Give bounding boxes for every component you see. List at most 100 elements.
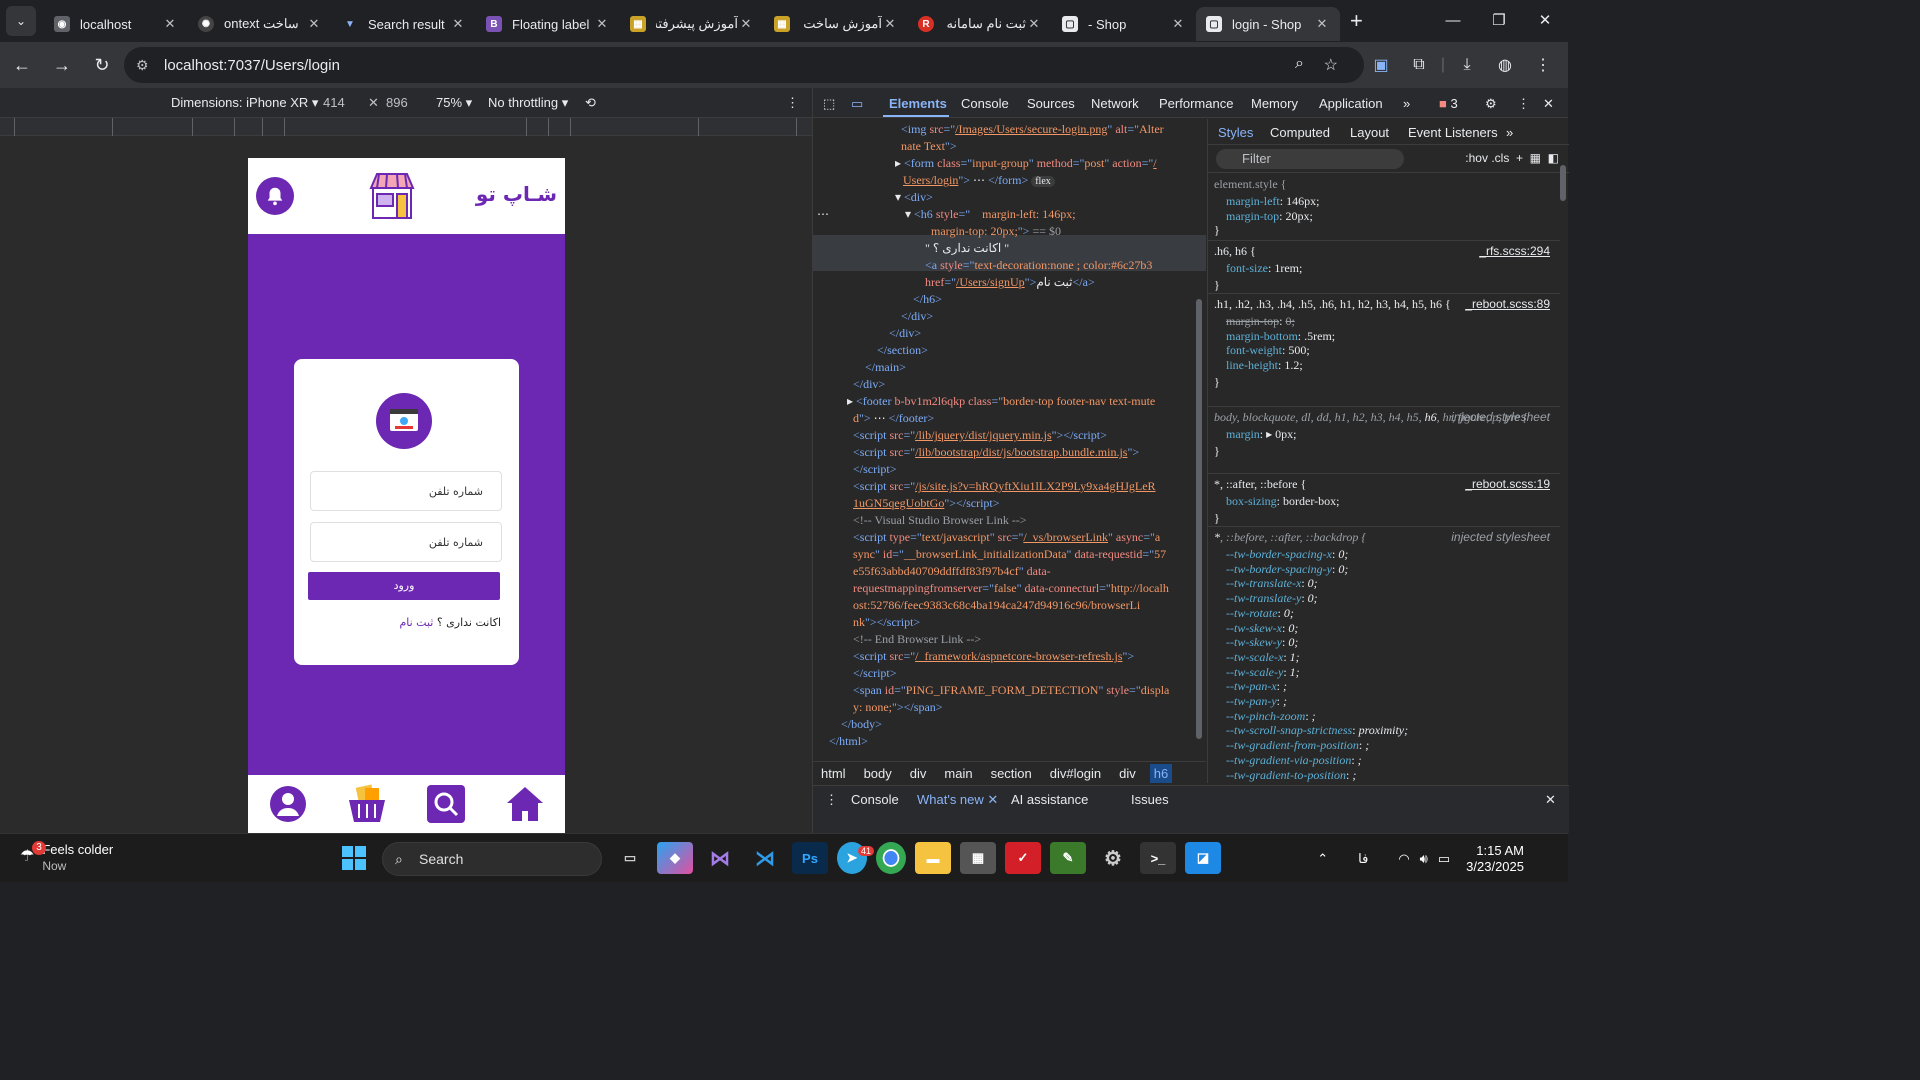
terminal-icon[interactable]: >_ (1140, 842, 1176, 874)
login-button[interactable]: ورود (308, 572, 500, 600)
bookmark-star-icon[interactable]: ☆ (1324, 55, 1338, 75)
task-view-icon[interactable]: ▭ (612, 842, 648, 874)
signup-link[interactable]: ثبت نام (399, 616, 433, 629)
breadcrumb-item[interactable]: section (987, 764, 1036, 783)
breadcrumb-item[interactable]: div (906, 764, 931, 783)
battery-icon[interactable]: ▭ (1438, 851, 1450, 867)
windows-start-icon[interactable] (342, 846, 366, 870)
browser-tab[interactable]: ▦ آموزش ساخت ✕ (764, 7, 908, 41)
browser-tab[interactable]: ✺ ontext ساخت ✕ (188, 7, 332, 41)
address-bar[interactable]: ⚙ localhost:7037/Users/login ⌕ ☆ (124, 47, 1364, 83)
menu-icon[interactable]: ⋮ (1524, 55, 1562, 75)
swap-icon[interactable]: ✕ (368, 95, 379, 111)
browser-tab-active[interactable]: ▢ login - Shop ✕ (1196, 7, 1340, 41)
tab-memory[interactable]: Memory (1251, 96, 1298, 111)
copilot-icon[interactable]: ◆ (657, 842, 693, 874)
tab-application[interactable]: Application (1319, 96, 1383, 111)
drawer-menu-icon[interactable]: ⋮ (825, 792, 838, 808)
tab-search-dropdown[interactable]: ⌄ (6, 6, 36, 36)
settings-icon[interactable]: ⚙ (1095, 842, 1131, 874)
close-window-icon[interactable]: ✕ (1522, 0, 1568, 40)
user-icon[interactable] (268, 784, 308, 824)
devtools-menu-icon[interactable]: ⋮ (1517, 96, 1530, 112)
inspect-icon[interactable]: ⬚ (823, 96, 835, 112)
more-options-icon[interactable]: ⋮ (786, 95, 799, 111)
search-icon[interactable] (426, 784, 466, 824)
site-brand[interactable]: شـاپ تو (476, 182, 557, 206)
dimensions-select[interactable]: Dimensions: iPhone XR ▾ (171, 95, 318, 111)
breadcrumb-item[interactable]: main (940, 764, 976, 783)
more-tabs-icon[interactable]: » (1403, 96, 1410, 111)
wifi-icon[interactable]: ◠ (1398, 851, 1409, 867)
close-tab-icon[interactable]: ✕ (306, 16, 322, 32)
app-paint-icon[interactable]: ✎ (1050, 842, 1086, 874)
chrome-icon[interactable] (876, 842, 906, 874)
visual-studio-icon[interactable]: ⋈ (702, 842, 738, 874)
notification-bell-icon[interactable] (256, 177, 294, 215)
phone-input[interactable]: شماره تلفن (310, 471, 502, 511)
file-explorer-icon[interactable]: ▬ (915, 842, 951, 874)
tab-network[interactable]: Network (1091, 96, 1139, 111)
translate-icon[interactable]: ▣ (1362, 55, 1400, 75)
browser-tab[interactable]: R ثبت نام سامانه ✕ (908, 7, 1052, 41)
throttling-select[interactable]: No throttling ▾ (488, 95, 568, 111)
zoom-icon[interactable]: ⌕ (1295, 55, 1304, 73)
breadcrumb-item[interactable]: div (1115, 764, 1140, 783)
more-tabs-icon[interactable]: » (1506, 125, 1513, 140)
breadcrumb-item[interactable]: div#login (1046, 764, 1105, 783)
drawer-tab-ai-assistance[interactable]: AI assistance (1011, 792, 1088, 807)
tab-console[interactable]: Console (961, 96, 1009, 111)
minimize-icon[interactable]: — (1430, 0, 1476, 40)
styles-filter-input[interactable]: Filter (1216, 149, 1404, 169)
zoom-select[interactable]: 75% ▾ (436, 95, 472, 111)
extensions-icon[interactable]: ⧉ (1400, 56, 1438, 74)
device-toggle-icon[interactable]: ▭ (851, 96, 863, 112)
breadcrumb-item-current[interactable]: h6 (1149, 764, 1173, 783)
drawer-tab-whats-new[interactable]: What's new ✕ (917, 792, 998, 808)
filter-options[interactable]: :hov .cls + ▦ ◧ (1465, 151, 1559, 165)
drawer-tab-issues[interactable]: Issues (1131, 792, 1169, 807)
restore-icon[interactable]: ❐ (1476, 0, 1522, 40)
tab-performance[interactable]: Performance (1159, 96, 1233, 111)
close-tab-icon[interactable]: ✕ (1026, 16, 1042, 32)
show-hidden-icons[interactable]: ⌃ (1317, 851, 1328, 867)
reload-icon[interactable]: ↻ (84, 47, 120, 83)
close-drawer-icon[interactable]: ✕ (1545, 792, 1556, 808)
close-tab-icon[interactable]: ✕ (882, 16, 898, 32)
app-red-icon[interactable]: ✓ (1005, 842, 1041, 874)
shopping-basket-icon[interactable] (347, 784, 387, 824)
clock[interactable]: 1:15 AM 3/23/2025 (1466, 843, 1524, 875)
calculator-icon[interactable]: ▦ (960, 842, 996, 874)
new-tab-button[interactable]: + (1350, 8, 1363, 34)
drawer-tab-console[interactable]: Console (851, 792, 899, 807)
language-indicator[interactable]: فا (1358, 851, 1368, 867)
close-tab-icon[interactable]: ✕ (738, 16, 754, 32)
browser-tab[interactable]: B Floating label ✕ (476, 7, 620, 41)
tab-styles[interactable]: Styles (1218, 125, 1253, 140)
height-input[interactable]: 896 (386, 95, 408, 110)
tab-layout[interactable]: Layout (1350, 125, 1389, 140)
app-blue-icon[interactable]: ◪ (1185, 842, 1221, 874)
tab-elements[interactable]: Elements (889, 96, 947, 111)
close-tab-icon[interactable]: ✕ (162, 16, 178, 32)
forward-icon[interactable]: → (44, 47, 80, 83)
download-icon[interactable]: ⤓ (1448, 56, 1486, 74)
back-icon[interactable]: ← (4, 47, 40, 83)
close-tab-icon[interactable]: ✕ (450, 16, 466, 32)
phone-input[interactable]: شماره تلفن (310, 522, 502, 562)
browser-tab[interactable]: ▦ آموزش پیشرفته ✕ (620, 7, 764, 41)
tab-sources[interactable]: Sources (1027, 96, 1075, 111)
close-tab-icon[interactable]: ✕ (594, 16, 610, 32)
settings-gear-icon[interactable]: ⚙ (1485, 96, 1497, 112)
browser-tab[interactable]: ▼ Search result ✕ (332, 7, 476, 41)
browser-tab[interactable]: ▢ - Shop ✕ (1052, 7, 1196, 41)
tab-event-listeners[interactable]: Event Listeners (1408, 125, 1498, 140)
close-tab-icon[interactable]: ✕ (1170, 16, 1186, 32)
home-icon[interactable] (505, 784, 545, 824)
taskbar-search[interactable]: ⌕ Search (382, 842, 602, 876)
issues-badge[interactable]: ■ 3 (1439, 96, 1458, 111)
close-tab-icon[interactable]: ✕ (1314, 16, 1330, 32)
photoshop-icon[interactable]: Ps (792, 842, 828, 874)
browser-tab[interactable]: ◉ localhost ✕ (44, 7, 188, 41)
site-info-icon[interactable]: ⚙ (136, 57, 152, 74)
